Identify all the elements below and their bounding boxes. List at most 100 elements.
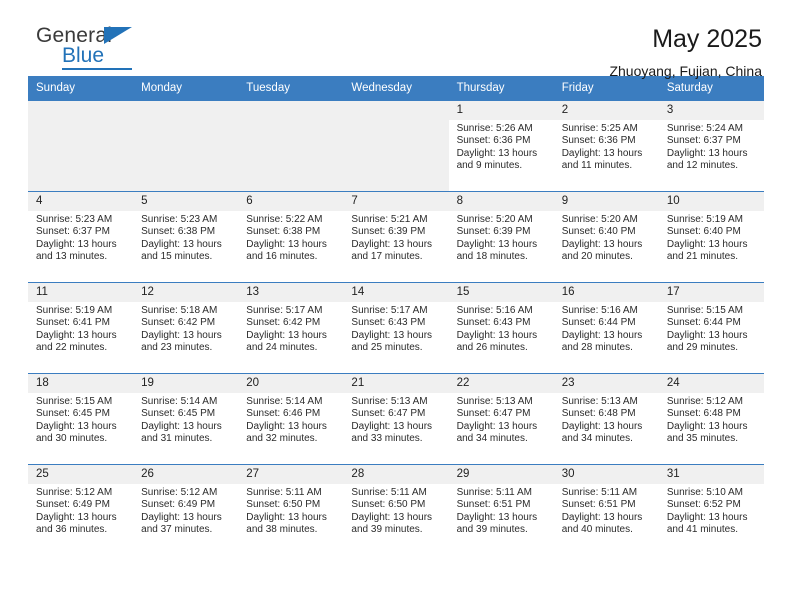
day-cell-content: 14 Sunrise: 5:17 AM Sunset: 6:43 PM Dayligh… xyxy=(343,283,449,373)
day-cell-content: 26 Sunrise: 5:12 AM Sunset: 6:49 PM Dayligh… xyxy=(133,465,239,555)
empty-cell-fill xyxy=(28,101,134,191)
daylight-text: Daylight: 13 hours and 31 minutes. xyxy=(141,420,222,445)
calendar-day-cell[interactable]: 27 Sunrise: 5:11 AM Sunset: 6:50 PM Dayligh… xyxy=(238,464,344,555)
weekday-header-monday: Monday xyxy=(133,76,239,101)
calendar-body: 1 Sunrise: 5:26 AM Sunset: 6:36 PM Daylight… xyxy=(28,100,764,555)
sunset-text: Sunset: 6:37 PM xyxy=(666,135,741,147)
day-details: Sunrise: 5:12 AM Sunset: 6:49 PM Daylight:… xyxy=(28,484,133,537)
day-cell-content: 16 Sunrise: 5:16 AM Sunset: 6:44 PM Dayligh… xyxy=(553,283,659,373)
general-blue-logo[interactable]: General Blue xyxy=(28,24,148,74)
calendar-day-cell[interactable]: 10 Sunrise: 5:19 AM Sunset: 6:40 PM Dayligh… xyxy=(658,191,764,283)
sunset-text: Sunset: 6:39 PM xyxy=(456,226,531,238)
calendar-cell-empty xyxy=(238,100,344,192)
day-cell-content: 11 Sunrise: 5:19 AM Sunset: 6:41 PM Dayligh… xyxy=(28,283,134,373)
weekday-header-thursday: Thursday xyxy=(448,76,554,101)
calendar-day-cell[interactable]: 12 Sunrise: 5:18 AM Sunset: 6:42 PM Dayligh… xyxy=(133,282,239,374)
sunset-text: Sunset: 6:51 PM xyxy=(456,499,531,511)
day-cell-content: 4 Sunrise: 5:23 AM Sunset: 6:37 PM Daylight… xyxy=(28,192,134,282)
calendar-day-cell[interactable]: 23 Sunrise: 5:13 AM Sunset: 6:48 PM Dayligh… xyxy=(553,373,659,465)
day-details: Sunrise: 5:11 AM Sunset: 6:50 PM Daylight:… xyxy=(343,484,448,537)
calendar-day-cell[interactable]: 30 Sunrise: 5:11 AM Sunset: 6:51 PM Dayligh… xyxy=(553,464,659,555)
weekday-header-tuesday: Tuesday xyxy=(238,76,344,101)
calendar-day-cell[interactable]: 8 Sunrise: 5:20 AM Sunset: 6:39 PM Daylight… xyxy=(448,191,554,283)
sunrise-text: Sunrise: 5:13 AM xyxy=(456,396,533,407)
calendar-day-cell[interactable]: 16 Sunrise: 5:16 AM Sunset: 6:44 PM Dayligh… xyxy=(553,282,659,374)
calendar-day-cell[interactable]: 26 Sunrise: 5:12 AM Sunset: 6:49 PM Dayligh… xyxy=(133,464,239,555)
sunset-text: Sunset: 6:47 PM xyxy=(456,408,531,420)
calendar-day-cell[interactable]: 2 Sunrise: 5:25 AM Sunset: 6:36 PM Daylight… xyxy=(553,100,659,192)
day-cell-content: 27 Sunrise: 5:11 AM Sunset: 6:50 PM Dayligh… xyxy=(238,465,344,555)
day-cell-content: 17 Sunrise: 5:15 AM Sunset: 6:44 PM Dayligh… xyxy=(658,283,764,373)
calendar-day-cell[interactable]: 1 Sunrise: 5:26 AM Sunset: 6:36 PM Daylight… xyxy=(448,100,554,192)
calendar-week-row: 4 Sunrise: 5:23 AM Sunset: 6:37 PM Daylight… xyxy=(28,191,764,283)
day-number: 17 xyxy=(658,283,764,302)
calendar-day-cell[interactable]: 3 Sunrise: 5:24 AM Sunset: 6:37 PM Daylight… xyxy=(658,100,764,192)
calendar-day-cell[interactable]: 24 Sunrise: 5:12 AM Sunset: 6:48 PM Dayligh… xyxy=(658,373,764,465)
sunset-text: Sunset: 6:45 PM xyxy=(36,408,110,420)
day-cell-content: 19 Sunrise: 5:14 AM Sunset: 6:45 PM Dayligh… xyxy=(133,374,239,464)
calendar-day-cell[interactable]: 25 Sunrise: 5:12 AM Sunset: 6:49 PM Dayligh… xyxy=(28,464,134,555)
daylight-text: Daylight: 13 hours and 18 minutes. xyxy=(456,238,538,263)
sunrise-text: Sunrise: 5:19 AM xyxy=(36,305,113,316)
sunrise-text: Sunrise: 5:11 AM xyxy=(351,487,427,498)
day-number: 21 xyxy=(343,374,449,393)
weekday-header-wednesday: Wednesday xyxy=(343,76,449,101)
calendar-day-cell[interactable]: 7 Sunrise: 5:21 AM Sunset: 6:39 PM Daylight… xyxy=(343,191,449,283)
calendar-day-cell[interactable]: 19 Sunrise: 5:14 AM Sunset: 6:45 PM Dayligh… xyxy=(133,373,239,465)
day-cell-content: 30 Sunrise: 5:11 AM Sunset: 6:51 PM Dayligh… xyxy=(553,465,659,555)
day-number: 27 xyxy=(238,465,344,484)
sunrise-text: Sunrise: 5:16 AM xyxy=(456,305,533,316)
calendar-day-cell[interactable]: 4 Sunrise: 5:23 AM Sunset: 6:37 PM Daylight… xyxy=(28,191,134,283)
day-cell-content: 5 Sunrise: 5:23 AM Sunset: 6:38 PM Daylight… xyxy=(133,192,239,282)
page-header: General Blue May 2025 Zhuoyang, Fujian, … xyxy=(28,0,764,79)
daylight-text: Daylight: 13 hours and 35 minutes. xyxy=(666,420,748,445)
day-number: 19 xyxy=(133,374,239,393)
day-number: 5 xyxy=(133,192,239,211)
calendar-day-cell[interactable]: 15 Sunrise: 5:16 AM Sunset: 6:43 PM Dayligh… xyxy=(448,282,554,374)
day-number: 14 xyxy=(343,283,449,302)
calendar-day-cell[interactable]: 14 Sunrise: 5:17 AM Sunset: 6:43 PM Dayligh… xyxy=(343,282,449,374)
daylight-text: Daylight: 13 hours and 39 minutes. xyxy=(456,511,538,536)
calendar-day-cell[interactable]: 20 Sunrise: 5:14 AM Sunset: 6:46 PM Dayligh… xyxy=(238,373,344,465)
calendar-day-cell[interactable]: 29 Sunrise: 5:11 AM Sunset: 6:51 PM Dayligh… xyxy=(448,464,554,555)
day-details: Sunrise: 5:13 AM Sunset: 6:47 PM Daylight:… xyxy=(343,393,448,446)
day-number: 29 xyxy=(448,465,554,484)
day-cell-content: 10 Sunrise: 5:19 AM Sunset: 6:40 PM Dayligh… xyxy=(658,192,764,282)
day-number: 31 xyxy=(658,465,764,484)
sunset-text: Sunset: 6:36 PM xyxy=(561,135,636,147)
day-cell-content: 13 Sunrise: 5:17 AM Sunset: 6:42 PM Dayligh… xyxy=(238,283,344,373)
sunset-text: Sunset: 6:39 PM xyxy=(351,226,426,238)
sunrise-text: Sunrise: 5:26 AM xyxy=(456,123,533,134)
sunset-text: Sunset: 6:42 PM xyxy=(141,317,216,329)
sunset-text: Sunset: 6:38 PM xyxy=(246,226,321,238)
daylight-text: Daylight: 13 hours and 12 minutes. xyxy=(666,147,748,172)
sunset-text: Sunset: 6:50 PM xyxy=(246,499,321,511)
daylight-text: Daylight: 13 hours and 23 minutes. xyxy=(141,329,222,354)
sunset-text: Sunset: 6:42 PM xyxy=(246,317,321,329)
sunrise-text: Sunrise: 5:17 AM xyxy=(351,305,428,316)
daylight-text: Daylight: 13 hours and 39 minutes. xyxy=(351,511,433,536)
day-number: 2 xyxy=(553,101,659,120)
sunrise-text: Sunrise: 5:11 AM xyxy=(561,487,638,498)
calendar-day-cell[interactable]: 5 Sunrise: 5:23 AM Sunset: 6:38 PM Daylight… xyxy=(133,191,239,283)
calendar-day-cell[interactable]: 21 Sunrise: 5:13 AM Sunset: 6:47 PM Dayligh… xyxy=(343,373,449,465)
calendar-day-cell[interactable]: 28 Sunrise: 5:11 AM Sunset: 6:50 PM Dayligh… xyxy=(343,464,449,555)
daylight-text: Daylight: 13 hours and 24 minutes. xyxy=(246,329,327,354)
calendar-day-cell[interactable]: 11 Sunrise: 5:19 AM Sunset: 6:41 PM Dayligh… xyxy=(28,282,134,374)
calendar-page: General Blue May 2025 Zhuoyang, Fujian, … xyxy=(0,0,792,612)
logo-underline xyxy=(62,68,132,70)
day-number: 12 xyxy=(133,283,239,302)
sunset-text: Sunset: 6:41 PM xyxy=(36,317,110,329)
daylight-text: Daylight: 13 hours and 13 minutes. xyxy=(36,238,117,263)
day-number: 22 xyxy=(448,374,554,393)
calendar-day-cell[interactable]: 6 Sunrise: 5:22 AM Sunset: 6:38 PM Daylight… xyxy=(238,191,344,283)
sunrise-text: Sunrise: 5:11 AM xyxy=(456,487,532,498)
calendar-day-cell[interactable]: 31 Sunrise: 5:10 AM Sunset: 6:52 PM Dayligh… xyxy=(658,464,764,555)
day-details: Sunrise: 5:17 AM Sunset: 6:43 PM Daylight:… xyxy=(343,302,448,355)
calendar-day-cell[interactable]: 22 Sunrise: 5:13 AM Sunset: 6:47 PM Dayligh… xyxy=(448,373,554,465)
calendar-day-cell[interactable]: 13 Sunrise: 5:17 AM Sunset: 6:42 PM Dayligh… xyxy=(238,282,344,374)
calendar-day-cell[interactable]: 9 Sunrise: 5:20 AM Sunset: 6:40 PM Daylight… xyxy=(553,191,659,283)
day-details: Sunrise: 5:20 AM Sunset: 6:39 PM Daylight:… xyxy=(449,211,554,264)
calendar-day-cell[interactable]: 18 Sunrise: 5:15 AM Sunset: 6:45 PM Dayligh… xyxy=(28,373,134,465)
calendar-day-cell[interactable]: 17 Sunrise: 5:15 AM Sunset: 6:44 PM Dayligh… xyxy=(658,282,764,374)
